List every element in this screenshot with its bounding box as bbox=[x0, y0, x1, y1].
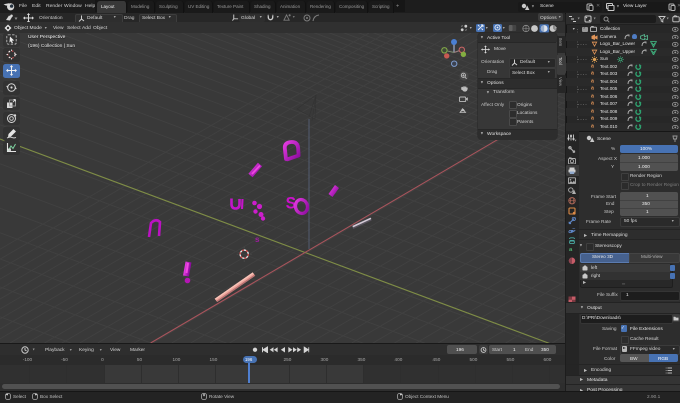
svg-text:s: s bbox=[255, 235, 260, 244]
